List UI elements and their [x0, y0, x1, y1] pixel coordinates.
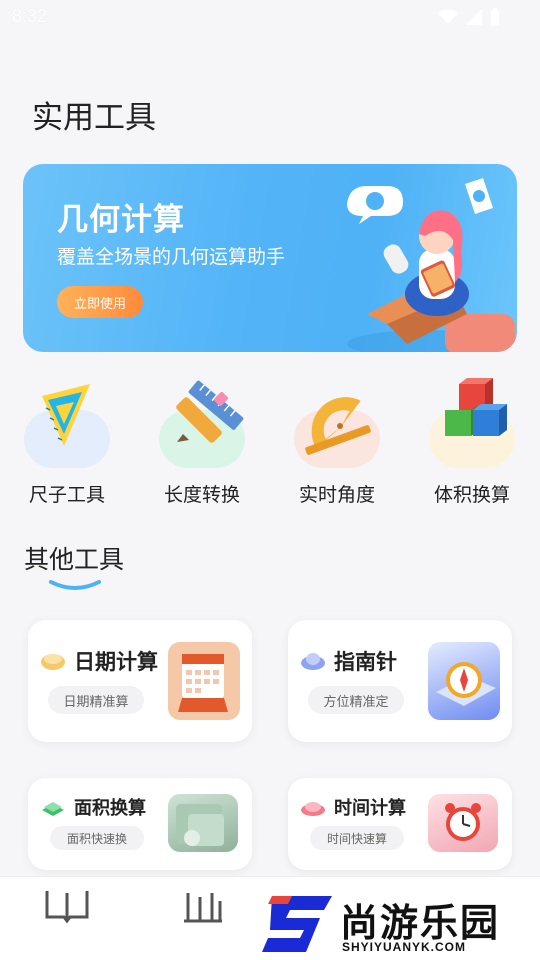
girl-reading-illustration-icon: [347, 178, 515, 352]
battery-icon: [491, 8, 499, 26]
card-subtitle: 方位精准定: [308, 686, 404, 714]
tool-grid: 尺子工具 长度转换 实时角度 体积换算: [0, 376, 540, 516]
protractor-icon: [305, 397, 371, 455]
card-title: 面积换算: [74, 798, 146, 819]
status-icons: [438, 8, 500, 26]
card-subtitle: 时间快速算: [310, 826, 404, 850]
section-underline: [49, 580, 101, 590]
ruler-icon: [42, 384, 90, 446]
card-compass[interactable]: 指南针 方位精准定: [288, 620, 512, 742]
pencil-ruler-icon: [176, 380, 244, 443]
compass-dot-icon: [301, 653, 325, 670]
watermark-brand: 尚游乐园: [340, 901, 501, 945]
ruler-tab-icon[interactable]: [180, 887, 226, 927]
signal-icon: [466, 9, 482, 25]
card-title: 指南针: [334, 650, 397, 674]
time-dot-icon: [301, 802, 325, 816]
book-tab-icon[interactable]: [44, 887, 90, 927]
tool-ruler[interactable]: 尺子工具: [12, 376, 122, 506]
tool-length-convert[interactable]: 长度转换: [147, 376, 257, 506]
card-date-calc[interactable]: 日期计算 日期精准算: [28, 620, 252, 742]
area-dot-icon: [42, 802, 64, 816]
card-subtitle: 面积快速换: [50, 826, 144, 850]
banner-title: 几何计算: [57, 202, 185, 238]
section-title: 其他工具: [24, 545, 125, 574]
watermark-url: SHYIYUANYK.COM: [342, 940, 467, 954]
alarm-clock-icon: [428, 794, 498, 852]
tool-label: 长度转换: [163, 484, 240, 506]
page-title: 实用工具: [32, 100, 156, 136]
wifi-icon: [438, 9, 458, 24]
date-dot-icon: [41, 654, 65, 670]
tool-label: 体积换算: [433, 484, 510, 506]
tool-label: 尺子工具: [28, 484, 105, 506]
status-time: 8:32: [12, 6, 48, 26]
tool-label: 实时角度: [298, 484, 375, 506]
status-bar: 8:32: [0, 0, 540, 36]
geometry-banner[interactable]: 几何计算 覆盖全场景的几何运算助手 立即使用: [23, 164, 517, 352]
compass-icon: [428, 642, 500, 720]
use-now-button[interactable]: 立即使用: [57, 286, 143, 318]
card-title: 日期计算: [74, 650, 158, 674]
tool-realtime-angle[interactable]: 实时角度: [282, 376, 392, 506]
card-area-convert[interactable]: 面积换算 面积快速换: [28, 778, 252, 870]
cubes-icon: [445, 378, 507, 436]
area-box-icon: [168, 794, 238, 852]
watermark-s-icon: [262, 896, 332, 952]
card-time-calc[interactable]: 时间计算 时间快速算: [288, 778, 512, 870]
tool-volume-convert[interactable]: 体积换算: [417, 376, 527, 506]
card-title: 时间计算: [334, 798, 406, 819]
banner-subtitle: 覆盖全场景的几何运算助手: [57, 246, 286, 268]
calendar-icon: [168, 642, 240, 720]
watermark-logo: 尚游乐园 SHYIYUANYK.COM: [262, 890, 540, 960]
card-subtitle: 日期精准算: [48, 686, 144, 714]
